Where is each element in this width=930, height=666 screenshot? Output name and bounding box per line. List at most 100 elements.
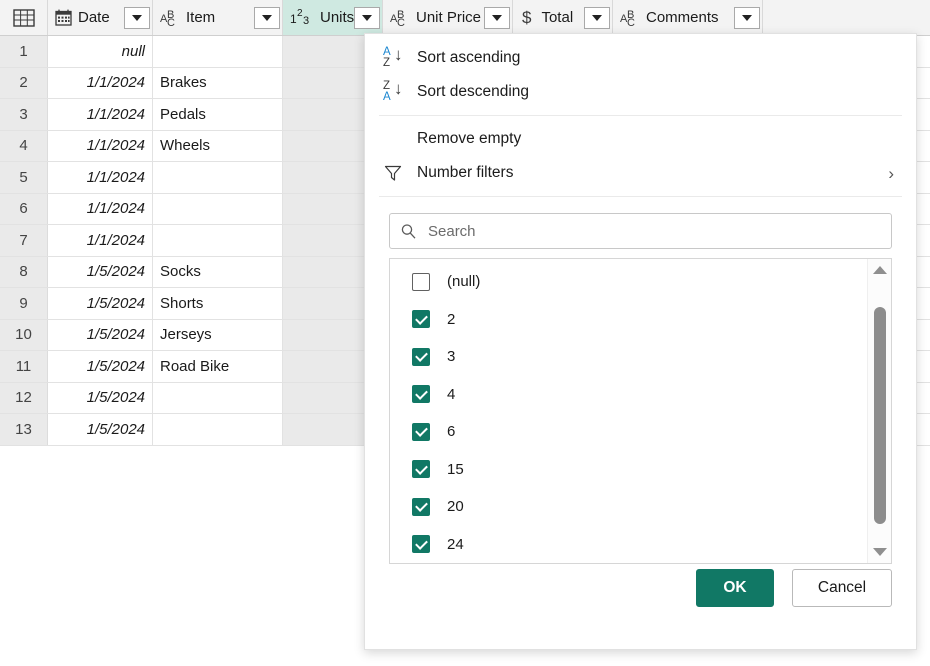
cell-row-number: 1 bbox=[0, 36, 48, 67]
checkbox[interactable] bbox=[412, 273, 430, 291]
cell-date: null bbox=[48, 36, 153, 67]
filter-button-date[interactable] bbox=[124, 7, 150, 29]
chevron-down-icon bbox=[492, 15, 502, 21]
filter-button-comments[interactable] bbox=[734, 7, 760, 29]
filter-option-row[interactable]: 6 bbox=[390, 413, 867, 451]
filter-values-scroll-area[interactable]: (null) 2 3 4 6 15 20 24 bbox=[390, 259, 867, 563]
column-header-units[interactable]: 123 Units bbox=[283, 0, 383, 35]
cell-date: 1/1/2024 bbox=[48, 68, 153, 99]
search-box[interactable] bbox=[389, 213, 892, 249]
chevron-down-icon bbox=[262, 15, 272, 21]
cell-date: 1/5/2024 bbox=[48, 288, 153, 319]
list-scrollbar[interactable] bbox=[867, 259, 891, 563]
cell-row-number: 13 bbox=[0, 414, 48, 445]
column-header-item[interactable]: ABC Item bbox=[153, 0, 283, 35]
number-123-icon: 123 bbox=[290, 10, 314, 26]
checkbox[interactable] bbox=[412, 385, 430, 403]
abc-text-icon: ABC bbox=[160, 10, 180, 26]
abc-text-icon: ABC bbox=[620, 10, 640, 26]
cell-item: Socks bbox=[153, 257, 283, 288]
column-header-comments[interactable]: ABC Comments bbox=[613, 0, 763, 35]
cell-date: 1/5/2024 bbox=[48, 320, 153, 351]
select-all-table-button[interactable] bbox=[0, 0, 48, 35]
search-input[interactable] bbox=[426, 222, 881, 241]
filter-option-row[interactable]: 15 bbox=[390, 451, 867, 489]
checkbox[interactable] bbox=[412, 535, 430, 553]
cell-date: 1/5/2024 bbox=[48, 383, 153, 414]
cell-item: Shorts bbox=[153, 288, 283, 319]
cell-item bbox=[153, 383, 283, 414]
filter-button-item[interactable] bbox=[254, 7, 280, 29]
filter-option-label: 15 bbox=[447, 461, 464, 478]
cell-date: 1/5/2024 bbox=[48, 414, 153, 445]
menu-divider bbox=[379, 196, 902, 197]
cell-row-number: 10 bbox=[0, 320, 48, 351]
search-area bbox=[365, 203, 916, 249]
cell-date: 1/1/2024 bbox=[48, 225, 153, 256]
filter-button-unit-price[interactable] bbox=[484, 7, 510, 29]
filter-option-label: 4 bbox=[447, 386, 455, 403]
table-icon bbox=[13, 9, 35, 27]
cell-item: Jerseys bbox=[153, 320, 283, 351]
cell-item bbox=[153, 225, 283, 256]
filter-option-label: (null) bbox=[447, 273, 480, 290]
chevron-down-icon bbox=[592, 15, 602, 21]
cell-item: Wheels bbox=[153, 131, 283, 162]
checkbox[interactable] bbox=[412, 310, 430, 328]
cell-row-number: 11 bbox=[0, 351, 48, 382]
column-header-label-units: Units bbox=[320, 9, 354, 26]
chevron-down-icon bbox=[132, 15, 142, 21]
ok-button[interactable]: OK bbox=[696, 569, 774, 607]
scroll-up-arrow-icon[interactable] bbox=[868, 259, 891, 281]
menu-item-label: Remove empty bbox=[417, 130, 521, 148]
filter-option-row[interactable]: (null) bbox=[390, 263, 867, 301]
cell-item bbox=[153, 36, 283, 67]
panel-footer: OK Cancel bbox=[365, 563, 916, 649]
chevron-down-icon bbox=[742, 15, 752, 21]
cell-item: Road Bike bbox=[153, 351, 283, 382]
scroll-down-arrow-icon[interactable] bbox=[868, 541, 891, 563]
menu-item-label: Number filters bbox=[417, 164, 513, 182]
cell-row-number: 4 bbox=[0, 131, 48, 162]
menu-item-number-filters[interactable]: Number filters › bbox=[365, 156, 916, 190]
filter-option-row[interactable]: 20 bbox=[390, 488, 867, 526]
cell-item bbox=[153, 194, 283, 225]
footer-buttons: OK Cancel bbox=[696, 569, 892, 607]
chevron-down-icon bbox=[362, 15, 372, 21]
column-header-total[interactable]: $ Total bbox=[513, 0, 613, 35]
filter-option-row[interactable]: 24 bbox=[390, 526, 867, 564]
column-header-date[interactable]: Date bbox=[48, 0, 153, 35]
menu-item-remove-empty[interactable]: Remove empty bbox=[365, 122, 916, 156]
filter-button-units[interactable] bbox=[354, 7, 380, 29]
cell-item: Pedals bbox=[153, 99, 283, 130]
column-header-unit-price[interactable]: ABC Unit Price bbox=[383, 0, 513, 35]
menu-item-sort-descending[interactable]: Z A ↓ Sort descending bbox=[365, 75, 916, 109]
cell-row-number: 9 bbox=[0, 288, 48, 319]
checkbox[interactable] bbox=[412, 498, 430, 516]
checkbox[interactable] bbox=[412, 348, 430, 366]
filter-option-row[interactable]: 3 bbox=[390, 338, 867, 376]
cell-row-number: 2 bbox=[0, 68, 48, 99]
cell-date: 1/1/2024 bbox=[48, 131, 153, 162]
filter-option-row[interactable]: 2 bbox=[390, 301, 867, 339]
sort-descending-icon: Z A ↓ bbox=[383, 80, 417, 104]
calendar-icon bbox=[55, 9, 72, 26]
cell-item bbox=[153, 414, 283, 445]
filter-option-row[interactable]: 4 bbox=[390, 376, 867, 414]
currency-icon: $ bbox=[520, 8, 535, 28]
chevron-right-icon: › bbox=[888, 165, 894, 182]
menu-item-sort-ascending[interactable]: A Z ↓ Sort ascending bbox=[365, 41, 916, 75]
checkbox[interactable] bbox=[412, 460, 430, 478]
cancel-button[interactable]: Cancel bbox=[792, 569, 892, 607]
filter-button-total[interactable] bbox=[584, 7, 610, 29]
scrollbar-thumb[interactable] bbox=[874, 307, 886, 524]
filter-option-label: 24 bbox=[447, 536, 464, 553]
cell-row-number: 5 bbox=[0, 162, 48, 193]
menu-divider bbox=[379, 115, 902, 116]
cell-item bbox=[153, 162, 283, 193]
checkbox[interactable] bbox=[412, 423, 430, 441]
filter-option-label: 6 bbox=[447, 423, 455, 440]
filter-dropdown-panel: A Z ↓ Sort ascending Z A ↓ Sort descendi… bbox=[364, 33, 917, 650]
funnel-icon bbox=[383, 163, 417, 183]
filter-option-label: 3 bbox=[447, 348, 455, 365]
